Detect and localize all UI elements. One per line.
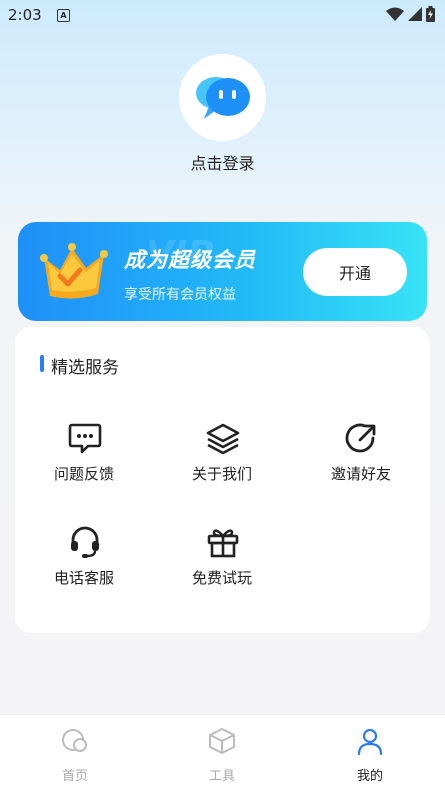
nav-tools[interactable]: 工具: [172, 727, 272, 787]
service-invite[interactable]: 邀请好友: [306, 421, 416, 501]
home-icon: [62, 729, 87, 752]
service-phone[interactable]: 电话客服: [29, 525, 139, 605]
service-label: 关于我们: [191, 465, 252, 483]
vip-banner[interactable]: VIP 成为超级会员 享受所有会员权益 开通: [18, 222, 427, 321]
share-icon: [345, 421, 379, 455]
open-vip-button[interactable]: 开通: [303, 248, 407, 296]
service-label: 问题反馈: [53, 465, 114, 483]
nav-home[interactable]: 首页: [25, 727, 125, 787]
keyboard-a-icon: A: [57, 9, 70, 22]
service-about[interactable]: 关于我们: [167, 421, 277, 501]
wifi-icon: [386, 7, 404, 21]
headset-icon: [68, 525, 102, 559]
login-text[interactable]: 点击登录: [0, 150, 445, 174]
section-accent-bar: [40, 355, 44, 372]
service-label: 电话客服: [53, 569, 114, 587]
vip-title: 成为超级会员: [124, 248, 256, 272]
message-icon: [68, 421, 102, 455]
crown-icon: [40, 243, 108, 299]
status-bar: 2:03 A: [0, 0, 445, 30]
service-free-trial[interactable]: 免费试玩: [167, 525, 277, 605]
bottom-nav: 首页 工具 我的: [0, 714, 445, 792]
layers-icon: [206, 421, 240, 455]
service-feedback[interactable]: 问题反馈: [29, 421, 139, 501]
service-label: 免费试玩: [191, 569, 252, 587]
gift-icon: [206, 525, 240, 559]
services-card: 精选服务 问题反馈 关于我们 邀请好友 电话客服 免费试玩: [15, 327, 430, 633]
service-label: 邀请好友: [330, 465, 391, 483]
user-icon: [357, 728, 383, 755]
status-time: 2:03: [8, 6, 42, 24]
nav-label-home: 首页: [61, 769, 88, 784]
nav-label-mine: 我的: [356, 769, 383, 784]
battery-icon: [426, 6, 435, 22]
chat-bubble-icon: [195, 76, 250, 119]
box-icon: [209, 728, 235, 754]
nav-label-tools: 工具: [208, 769, 235, 784]
vip-subtitle: 享受所有会员权益: [124, 287, 236, 303]
nav-mine[interactable]: 我的: [320, 727, 420, 787]
status-icons: [386, 6, 435, 22]
avatar[interactable]: [179, 54, 266, 141]
services-title: 精选服务: [51, 358, 119, 378]
signal-icon: [408, 7, 422, 21]
